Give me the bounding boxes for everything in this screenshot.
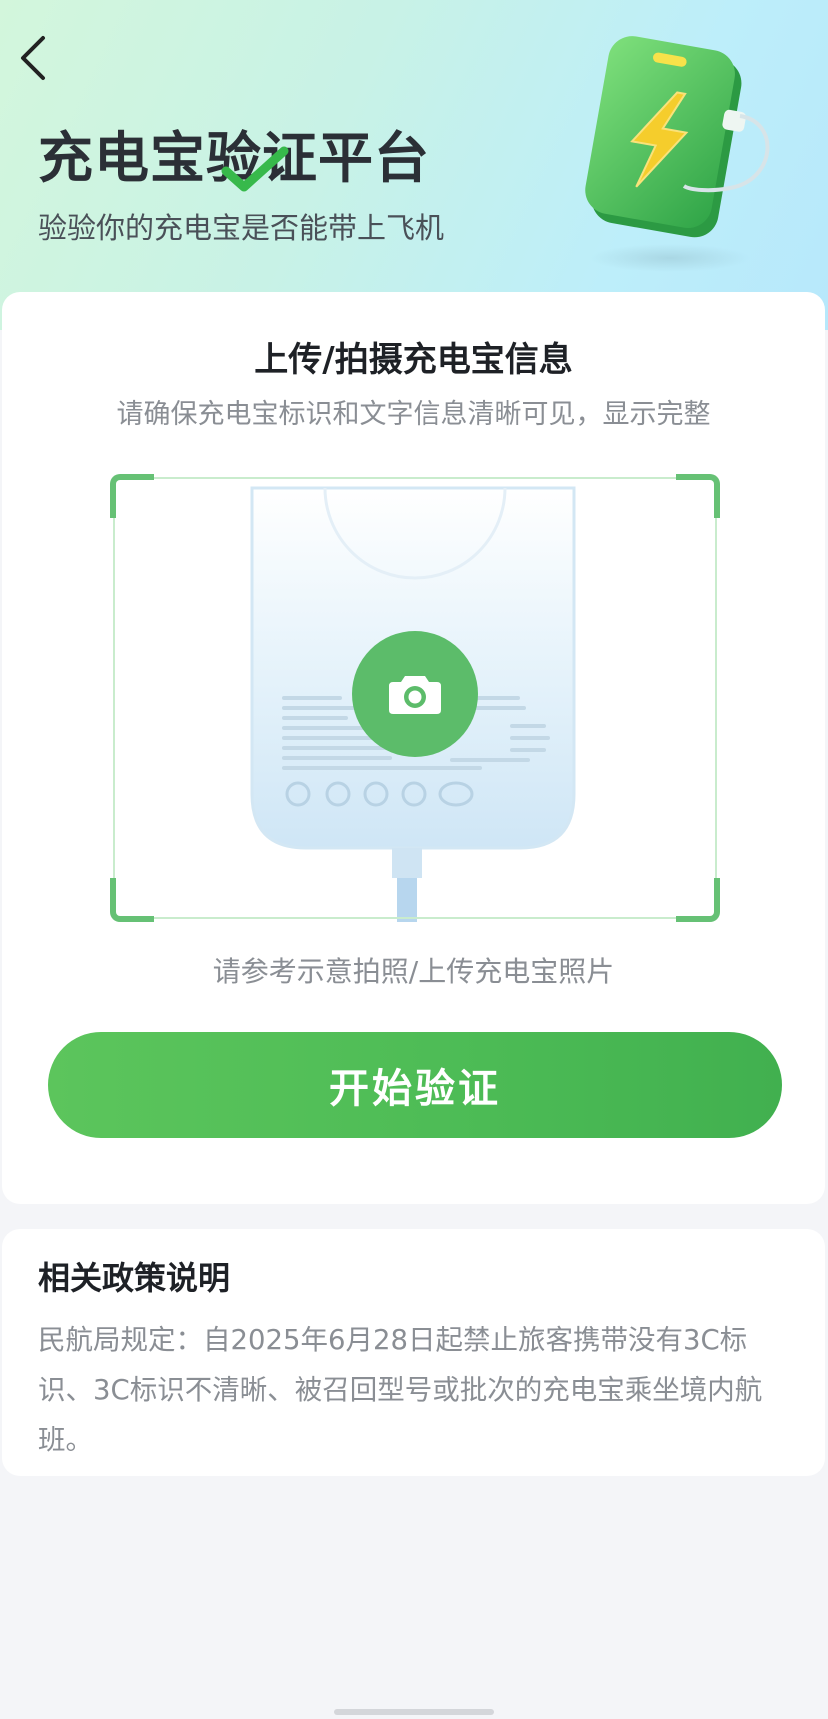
upload-hint: 请参考示意拍照/上传充电宝照片	[212, 955, 615, 988]
frame-corner	[676, 878, 720, 922]
policy-text: 民航局规定：自2025年6月28日起禁止旅客携带没有3C标识、3C标识不清晰、被…	[38, 1324, 763, 1456]
title-group: 充电宝验证平台	[38, 125, 430, 192]
camera-icon	[389, 676, 441, 714]
power-bank-lightning-icon	[585, 36, 770, 272]
upload-description: 请确保充电宝标识和文字信息清晰可见，显示完整	[116, 399, 711, 430]
upload-title: 上传/拍摄充电宝信息	[254, 340, 573, 380]
start-verify-button[interactable]: 开始验证	[48, 1032, 782, 1138]
frame-corner	[110, 878, 154, 922]
frame-corner	[110, 474, 154, 518]
upload-card: 上传/拍摄充电宝信息 请确保充电宝标识和文字信息清晰可见，显示完整 请参考示意拍…	[2, 292, 825, 1204]
policy-card: 相关政策说明 民航局规定：自2025年6月28日起禁止旅客携带没有3C标识、3C…	[2, 1229, 825, 1476]
back-button[interactable]	[10, 30, 54, 86]
check-mark-icon	[221, 146, 289, 192]
page-subtitle: 验验你的充电宝是否能带上飞机	[38, 211, 445, 245]
chevron-left-icon	[21, 36, 45, 80]
camera-button[interactable]	[352, 631, 478, 757]
header-banner: 充电宝验证平台 验验你的充电宝是否能带上飞机	[0, 0, 828, 330]
policy-title: 相关政策说明	[38, 1259, 231, 1297]
home-indicator	[334, 1709, 494, 1715]
upload-area[interactable]	[110, 474, 720, 922]
frame-corner	[676, 474, 720, 518]
